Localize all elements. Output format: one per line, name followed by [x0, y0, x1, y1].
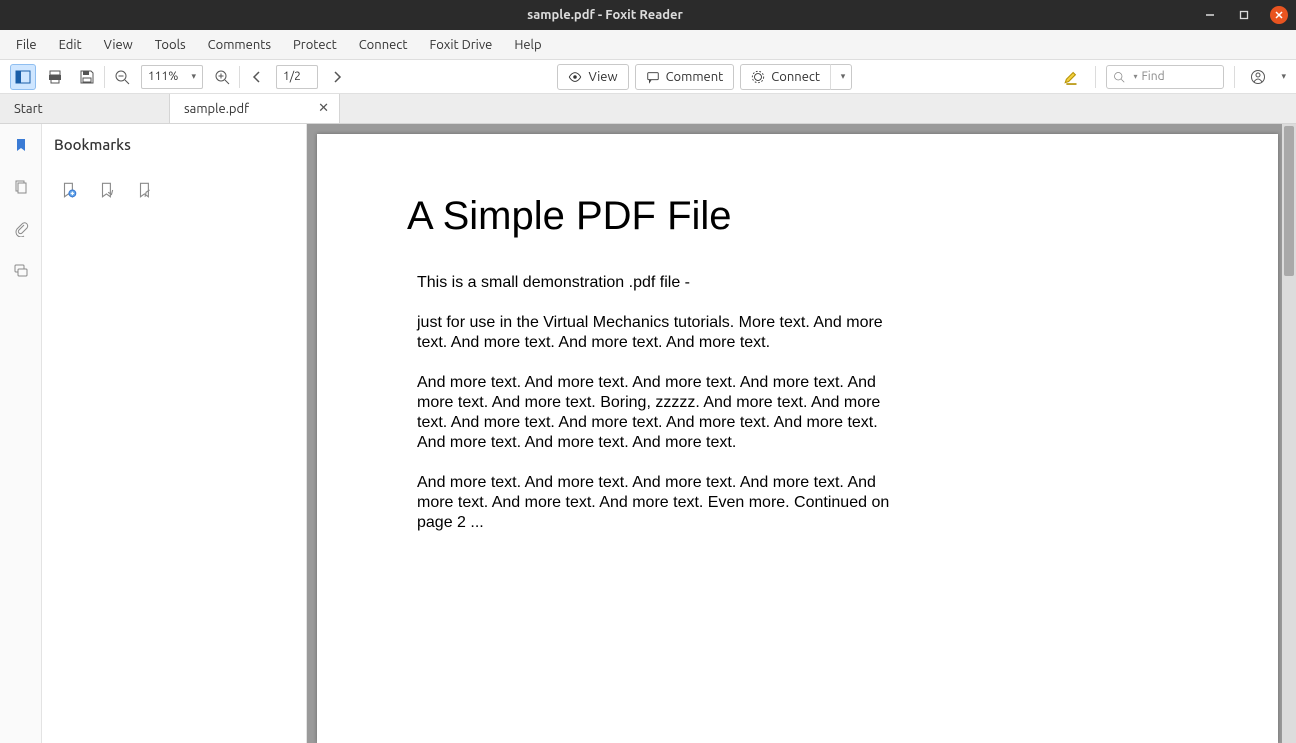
page-number-value: 1/2 — [283, 70, 301, 83]
toolbar-separator — [239, 66, 240, 88]
tab-start[interactable]: Start — [0, 94, 170, 123]
menu-protect[interactable]: Protect — [283, 34, 347, 56]
menu-view[interactable]: View — [94, 34, 143, 56]
bookmarks-panel: Bookmarks — [42, 124, 307, 743]
nav-pane-toggle-button[interactable] — [10, 64, 36, 90]
tab-close-button[interactable]: ✕ — [318, 101, 329, 116]
comments-rail-icon[interactable] — [12, 262, 30, 280]
window-titlebar: sample.pdf - Foxit Reader — [0, 0, 1296, 30]
document-paragraph: This is a small demonstration .pdf file … — [407, 273, 907, 293]
menu-connect[interactable]: Connect — [349, 34, 418, 56]
menu-foxit-drive[interactable]: Foxit Drive — [419, 34, 502, 56]
menu-bar: File Edit View Tools Comments Protect Co… — [0, 30, 1296, 60]
maximize-button[interactable] — [1236, 7, 1252, 23]
document-paragraph: just for use in the Virtual Mechanics tu… — [407, 313, 907, 353]
window-title: sample.pdf - Foxit Reader — [8, 8, 1202, 22]
find-placeholder: Find — [1142, 70, 1165, 83]
menu-edit[interactable]: Edit — [49, 34, 92, 56]
document-paragraph: And more text. And more text. And more t… — [407, 473, 907, 533]
comment-mode-button[interactable]: Comment — [635, 64, 735, 90]
close-button[interactable] — [1270, 6, 1288, 24]
chevron-down-icon: ▾ — [1133, 72, 1137, 81]
menu-file[interactable]: File — [6, 34, 47, 56]
toolbar-separator — [1234, 66, 1235, 88]
document-paragraph: And more text. And more text. And more t… — [407, 373, 907, 453]
connect-mode-label: Connect — [771, 70, 820, 84]
menu-comments[interactable]: Comments — [198, 34, 281, 56]
account-button[interactable] — [1245, 64, 1271, 90]
view-mode-label: View — [588, 70, 617, 84]
document-viewport[interactable]: A Simple PDF File This is a small demons… — [307, 124, 1296, 743]
sidebar-rail — [0, 124, 42, 743]
panel-title: Bookmarks — [54, 136, 294, 153]
document-heading: A Simple PDF File — [407, 194, 1188, 239]
pages-rail-icon[interactable] — [12, 178, 30, 196]
prev-page-button[interactable] — [244, 64, 270, 90]
chevron-down-icon: ▾ — [191, 71, 196, 82]
page-number-field[interactable]: 1/2 — [276, 65, 318, 89]
tab-label: Start — [14, 102, 43, 116]
menu-help[interactable]: Help — [504, 34, 551, 56]
add-bookmark-button[interactable] — [60, 181, 78, 199]
zoom-level-dropdown[interactable]: 111% ▾ — [141, 65, 203, 89]
highlighter-button[interactable] — [1059, 65, 1085, 89]
tab-document[interactable]: sample.pdf ✕ — [170, 94, 340, 123]
toolbar-separator — [1095, 66, 1096, 88]
eye-icon — [568, 70, 582, 84]
vertical-scrollbar[interactable] — [1282, 124, 1296, 743]
chevron-down-icon[interactable]: ▾ — [1281, 71, 1286, 82]
document-tab-strip: Start sample.pdf ✕ — [0, 94, 1296, 124]
attachments-rail-icon[interactable] — [12, 220, 30, 238]
connect-mode-button[interactable]: Connect — [740, 64, 830, 90]
zoom-in-button[interactable] — [209, 64, 235, 90]
connect-dropdown-button[interactable]: ▾ — [830, 64, 852, 90]
view-mode-button[interactable]: View — [557, 64, 628, 90]
scrollbar-thumb[interactable] — [1284, 126, 1294, 276]
toolbar: 111% ▾ 1/2 View Comment Connect ▾ — [0, 60, 1296, 94]
find-field[interactable]: ▾ Find — [1106, 65, 1224, 89]
zoom-out-button[interactable] — [109, 64, 135, 90]
pdf-page: A Simple PDF File This is a small demons… — [317, 134, 1278, 743]
workspace: Bookmarks A Simple PDF File This is a sm… — [0, 124, 1296, 743]
next-page-button[interactable] — [324, 64, 350, 90]
save-button[interactable] — [74, 64, 100, 90]
menu-tools[interactable]: Tools — [145, 34, 196, 56]
comment-mode-label: Comment — [666, 70, 724, 84]
print-button[interactable] — [42, 64, 68, 90]
zoom-level-value: 111% — [148, 70, 178, 83]
collapse-bookmarks-button[interactable] — [136, 181, 154, 199]
bookmarks-rail-icon[interactable] — [12, 136, 30, 154]
tab-label: sample.pdf — [184, 102, 249, 116]
comment-icon — [646, 70, 660, 84]
chevron-down-icon: ▾ — [841, 71, 846, 82]
minimize-button[interactable] — [1202, 7, 1218, 23]
connect-icon — [751, 70, 765, 84]
toolbar-separator — [104, 66, 105, 88]
search-icon — [1113, 71, 1125, 83]
expand-bookmarks-button[interactable] — [98, 181, 116, 199]
